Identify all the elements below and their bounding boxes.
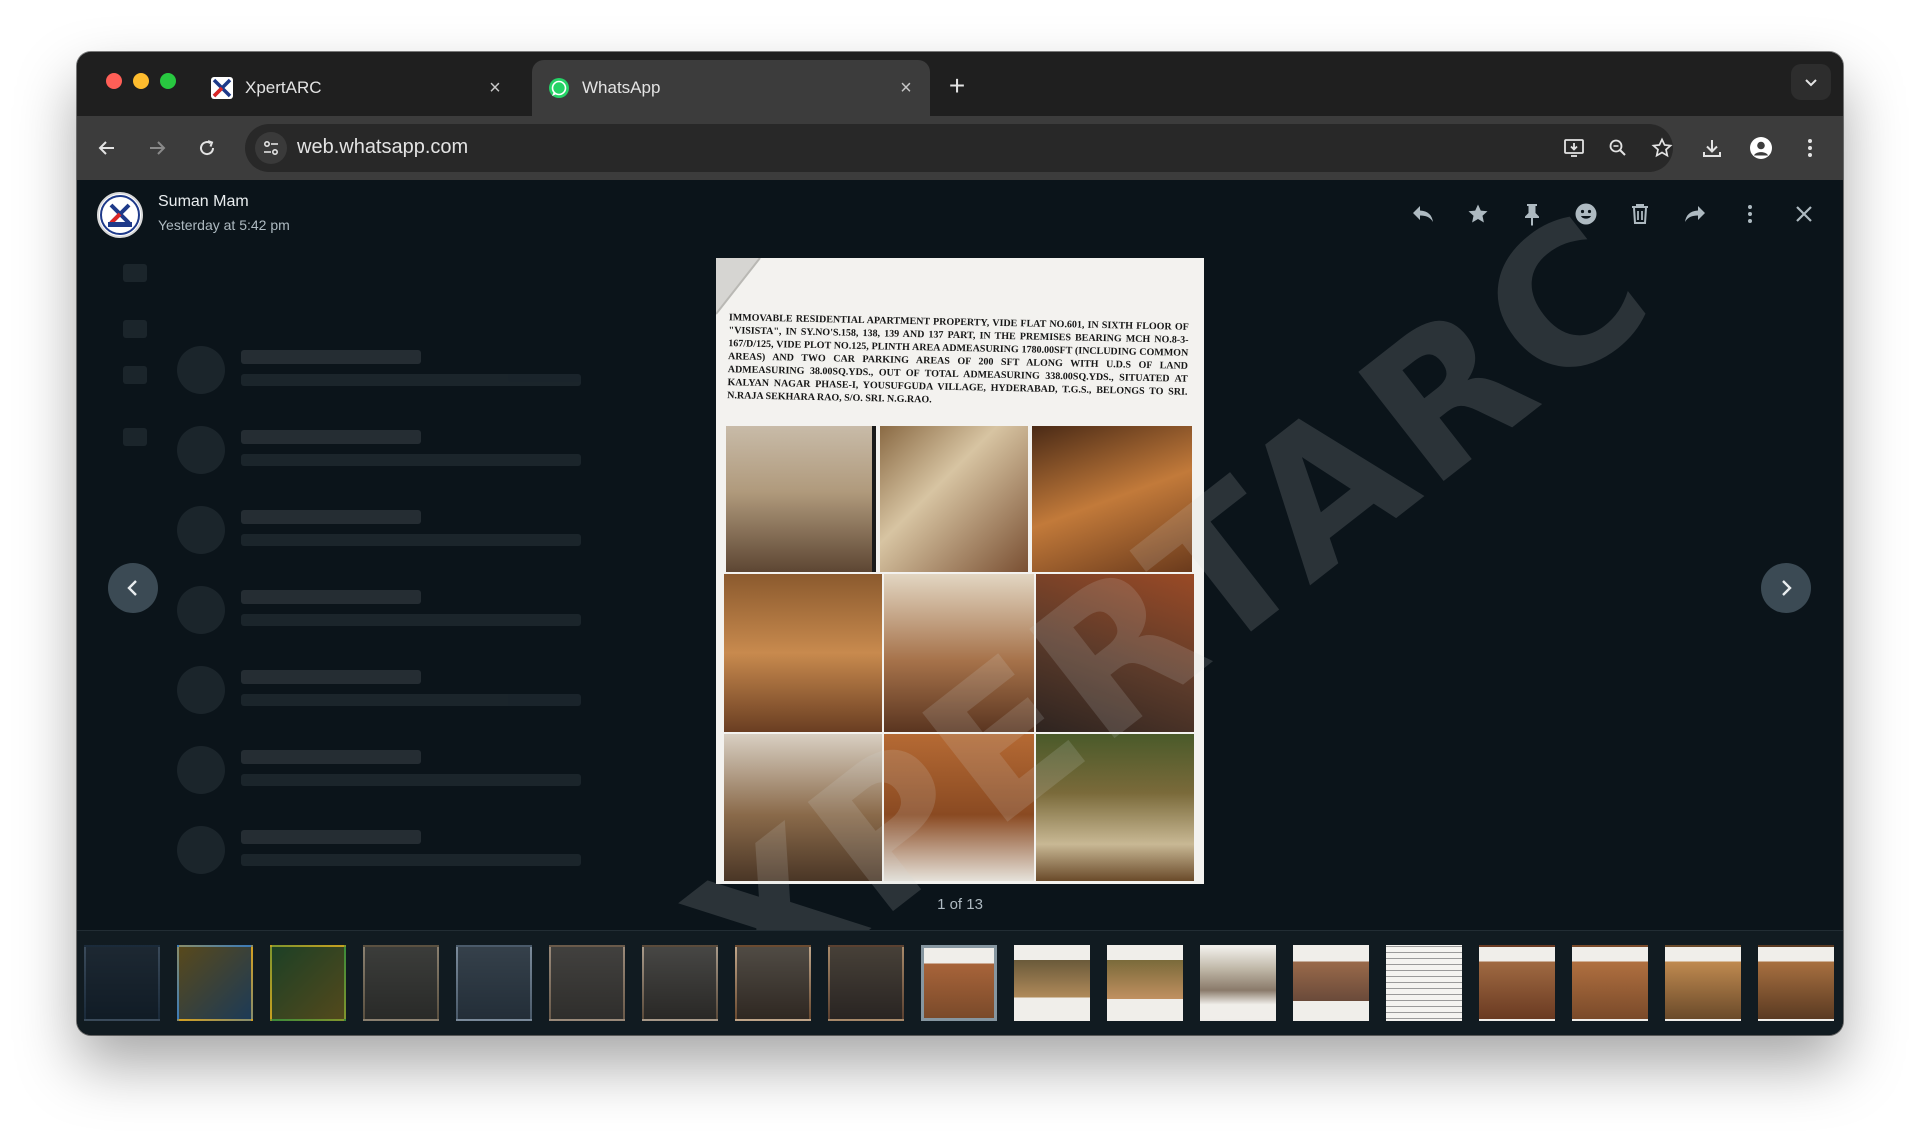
thumbnail[interactable] [84,945,160,1021]
browser-menu-icon[interactable] [1790,128,1830,168]
zoom-icon[interactable] [1602,132,1634,164]
thumbnail-active[interactable] [921,945,997,1021]
document-text: IMMOVABLE RESIDENTIAL APARTMENT PROPERTY… [727,312,1189,406]
site-settings-icon[interactable] [255,132,287,164]
tab-search-chevron-icon[interactable] [1791,64,1831,100]
whatsapp-favicon-icon [548,77,570,99]
message-timestamp: Yesterday at 5:42 pm [158,217,290,233]
star-icon[interactable] [1461,197,1495,231]
media-viewer: Suman Mam Yesterday at 5:42 pm IMMOVABLE… [77,180,1843,1035]
tab-strip: XpertARC × WhatsApp × + [77,52,1843,116]
bookmark-star-icon[interactable] [1646,132,1678,164]
thumbnail[interactable] [1293,945,1369,1021]
background-chat-list [77,250,677,950]
tab-close-icon[interactable]: × [892,77,920,100]
close-viewer-icon[interactable] [1787,197,1821,231]
thumbnail[interactable] [1386,945,1462,1021]
forward-icon[interactable] [1678,197,1712,231]
previous-image-button[interactable] [108,563,158,613]
more-options-icon[interactable] [1733,197,1767,231]
profile-avatar-icon[interactable] [1741,128,1781,168]
close-window-button[interactable] [106,73,122,89]
browser-window: XpertARC × WhatsApp × + web.whatsapp.com… [77,52,1843,1035]
react-emoji-icon[interactable] [1569,197,1603,231]
media-image[interactable]: IMMOVABLE RESIDENTIAL APARTMENT PROPERTY… [716,258,1204,884]
thumbnail-strip [77,930,1843,1035]
thumbnail[interactable] [1107,945,1183,1021]
thumbnail[interactable] [1665,945,1741,1021]
delete-trash-icon[interactable] [1623,197,1657,231]
thumbnail[interactable] [828,945,904,1021]
forward-arrow-icon[interactable] [137,128,177,168]
xpertarc-favicon-icon [211,77,233,99]
next-image-button[interactable] [1761,563,1811,613]
reload-icon[interactable] [187,128,227,168]
browser-toolbar: web.whatsapp.com [77,116,1843,180]
reply-icon[interactable] [1406,197,1440,231]
tab-title: XpertARC [245,78,322,97]
address-bar[interactable]: web.whatsapp.com [245,124,1673,172]
thumbnail[interactable] [1758,945,1834,1021]
back-arrow-icon[interactable] [87,128,127,168]
thumbnail[interactable] [177,945,253,1021]
minimize-window-button[interactable] [133,73,149,89]
thumbnail[interactable] [735,945,811,1021]
new-tab-button[interactable]: + [937,66,977,106]
thumbnail[interactable] [642,945,718,1021]
tab-xpertarc[interactable]: XpertARC × [195,60,519,116]
thumbnail[interactable] [363,945,439,1021]
thumbnail[interactable] [270,945,346,1021]
downloads-icon[interactable] [1692,128,1732,168]
maximize-window-button[interactable] [160,73,176,89]
install-app-icon[interactable] [1558,132,1590,164]
thumbnail[interactable] [549,945,625,1021]
property-photos-collage [724,426,1194,881]
tab-close-icon[interactable]: × [481,77,509,100]
tab-title: WhatsApp [582,78,661,97]
thumbnail[interactable] [456,945,532,1021]
thumbnail[interactable] [1200,945,1276,1021]
thumbnail[interactable] [1479,945,1555,1021]
url-text[interactable]: web.whatsapp.com [297,136,468,159]
thumbnail[interactable] [1014,945,1090,1021]
tab-whatsapp[interactable]: WhatsApp × [532,60,930,116]
sender-avatar[interactable] [97,192,143,238]
sender-name: Suman Mam [158,193,249,210]
pin-icon[interactable] [1515,197,1549,231]
thumbnail[interactable] [1572,945,1648,1021]
image-counter: 1 of 13 [937,896,983,913]
